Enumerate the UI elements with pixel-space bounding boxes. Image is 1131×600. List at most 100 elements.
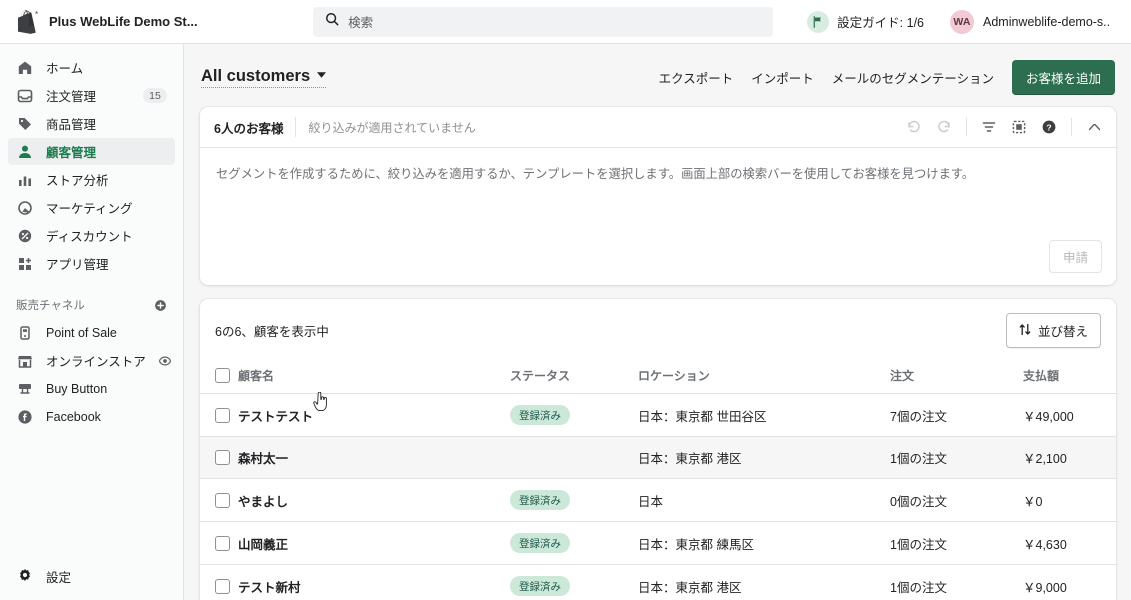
col-header-orders: 注文 (890, 360, 1023, 394)
filter-note: 絞り込みが適用されていません (308, 119, 475, 136)
sidebar-item-facebook[interactable]: Facebook (8, 403, 175, 430)
customers-table: 顧客名 ステータス ロケーション 注文 支払額 テストテスト 登録済み 日本：東… (200, 360, 1116, 600)
sidebar-item-label: 設定 (46, 567, 71, 586)
cell-orders: 7個の注文 (890, 394, 1023, 437)
row-checkbox[interactable] (215, 493, 230, 508)
gear-icon (16, 567, 34, 585)
divider (1071, 118, 1072, 136)
brand-block[interactable]: * Plus WebLife Demo St... (0, 10, 285, 34)
row-checkbox[interactable] (215, 408, 230, 423)
search-placeholder: 検索 (348, 12, 373, 31)
segment-count-label: 6人のお客様 (214, 118, 283, 137)
cell-amount: ￥9,000 (1023, 565, 1116, 600)
segment-description: セグメントを作成するために、絞り込みを適用するか、テンプレートを選択します。画面… (216, 165, 1100, 183)
cell-amount: ￥2,100 (1023, 437, 1116, 479)
table-row[interactable]: テストテスト 登録済み 日本：東京都 世田谷区 7個の注文 ￥49,000 (200, 394, 1116, 437)
divider (295, 117, 296, 137)
segment-body: セグメントを作成するために、絞り込みを適用するか、テンプレートを選択します。画面… (200, 148, 1116, 240)
export-button[interactable]: エクスポート (659, 68, 734, 87)
shopify-logo-icon: * (18, 10, 40, 34)
row-checkbox[interactable] (215, 579, 230, 594)
row-select-cell (200, 565, 238, 600)
cell-status: 登録済み (510, 479, 638, 522)
filter-icon[interactable] (975, 113, 1003, 141)
sidebar-item-label: ディスカウント (46, 226, 133, 245)
search-area: 検索 (285, 7, 801, 37)
sidebar-item-point-of-sale[interactable]: Point of Sale (8, 319, 175, 346)
online-store-icon (16, 352, 34, 370)
setup-guide-label: 設定ガイド: 1/6 (837, 12, 924, 31)
table-row[interactable]: やまよし 登録済み 日本 0個の注文 ￥0 (200, 479, 1116, 522)
search-icon (325, 12, 339, 31)
facebook-icon (16, 408, 34, 426)
cell-location: 日本：東京都 港区 (638, 437, 890, 479)
row-select-cell (200, 437, 238, 479)
undo-icon[interactable] (900, 113, 928, 141)
cell-name: テストテスト (238, 394, 510, 437)
sidebar-item-buy-button[interactable]: Buy Button (8, 375, 175, 402)
status-badge: 登録済み (510, 533, 570, 553)
cell-orders: 1個の注文 (890, 437, 1023, 479)
sidebar-item-home[interactable]: ホーム (8, 54, 175, 81)
apps-icon (16, 255, 34, 273)
cell-location: 日本 (638, 479, 890, 522)
cell-amount: ￥4,630 (1023, 522, 1116, 565)
help-icon[interactable]: ? (1035, 113, 1063, 141)
row-select-cell (200, 479, 238, 522)
cell-name: テスト新村 (238, 565, 510, 600)
orders-count-badge: 15 (143, 88, 167, 103)
sidebar-item-label: 商品管理 (46, 114, 96, 133)
chevron-up-icon[interactable] (1080, 113, 1108, 141)
svg-text:?: ? (1046, 122, 1051, 132)
sidebar-item-products[interactable]: 商品管理 (8, 110, 175, 137)
add-customer-button[interactable]: お客様を追加 (1012, 60, 1115, 95)
point-of-sale-icon (16, 324, 34, 342)
buy-button-icon (16, 380, 34, 398)
search-input[interactable]: 検索 (313, 7, 773, 37)
row-checkbox[interactable] (215, 536, 230, 551)
sidebar-item-customers[interactable]: 顧客管理 (8, 138, 175, 165)
sidebar-item-label: Facebook (46, 410, 101, 424)
sidebar-item-discounts[interactable]: ディスカウント (8, 222, 175, 249)
segment-tool-buttons: ? (900, 113, 1108, 141)
cell-orders: 1個の注文 (890, 522, 1023, 565)
sidebar-item-marketing[interactable]: マーケティング (8, 194, 175, 221)
plus-circle-icon[interactable] (154, 299, 167, 312)
sidebar-item-label: ストア分析 (46, 170, 109, 189)
col-header-location: ロケーション (638, 360, 890, 394)
apply-button[interactable]: 申請 (1049, 240, 1102, 273)
products-tag-icon (16, 115, 34, 133)
sidebar-item-apps[interactable]: アプリ管理 (8, 250, 175, 277)
sidebar-channels-nav: Point of Sale オンラインストア Buy Button Facebo… (0, 319, 183, 430)
redo-icon[interactable] (930, 113, 958, 141)
sidebar: ホーム 注文管理 15 商品管理 顧客管理 ストア分析 (0, 44, 184, 600)
email-segmentation-button[interactable]: メールのセグメンテーション (832, 68, 994, 87)
table-row[interactable]: 山岡義正 登録済み 日本：東京都 練馬区 1個の注文 ￥4,630 (200, 522, 1116, 565)
sidebar-item-orders[interactable]: 注文管理 15 (8, 82, 175, 109)
row-select-cell (200, 394, 238, 437)
eye-icon[interactable] (158, 354, 172, 368)
main-content: All customers エクスポート インポート メールのセグメンテーション… (184, 44, 1131, 600)
page-title[interactable]: All customers (201, 67, 326, 88)
import-button[interactable]: インポート (751, 68, 814, 87)
cell-location: 日本：東京都 港区 (638, 565, 890, 600)
sidebar-item-settings[interactable]: 設定 (0, 562, 183, 590)
table-row[interactable]: 森村太一 日本：東京都 港区 1個の注文 ￥2,100 (200, 437, 1116, 479)
svg-text:*: * (35, 10, 38, 19)
sort-button[interactable]: 並び替え (1006, 313, 1101, 348)
sidebar-item-analytics[interactable]: ストア分析 (8, 166, 175, 193)
sidebar-item-label: Point of Sale (46, 326, 117, 340)
segment-footer: 申請 (200, 240, 1116, 285)
account-menu-button[interactable]: WA Adminweblife-demo-s... (944, 7, 1117, 37)
row-checkbox[interactable] (215, 450, 230, 465)
template-icon[interactable] (1005, 113, 1033, 141)
col-header-name: 顧客名 (238, 360, 510, 394)
sidebar-item-online-store[interactable]: オンラインストア (8, 347, 175, 374)
table-row[interactable]: テスト新村 登録済み 日本：東京都 港区 1個の注文 ￥9,000 (200, 565, 1116, 600)
sort-label: 並び替え (1038, 321, 1088, 340)
setup-guide-button[interactable]: 設定ガイド: 1/6 (801, 7, 930, 37)
select-all-checkbox[interactable] (215, 368, 230, 383)
sales-channels-label: 販売チャネル (16, 297, 85, 313)
page-title-text: All customers (201, 67, 310, 85)
sort-icon (1019, 323, 1031, 339)
